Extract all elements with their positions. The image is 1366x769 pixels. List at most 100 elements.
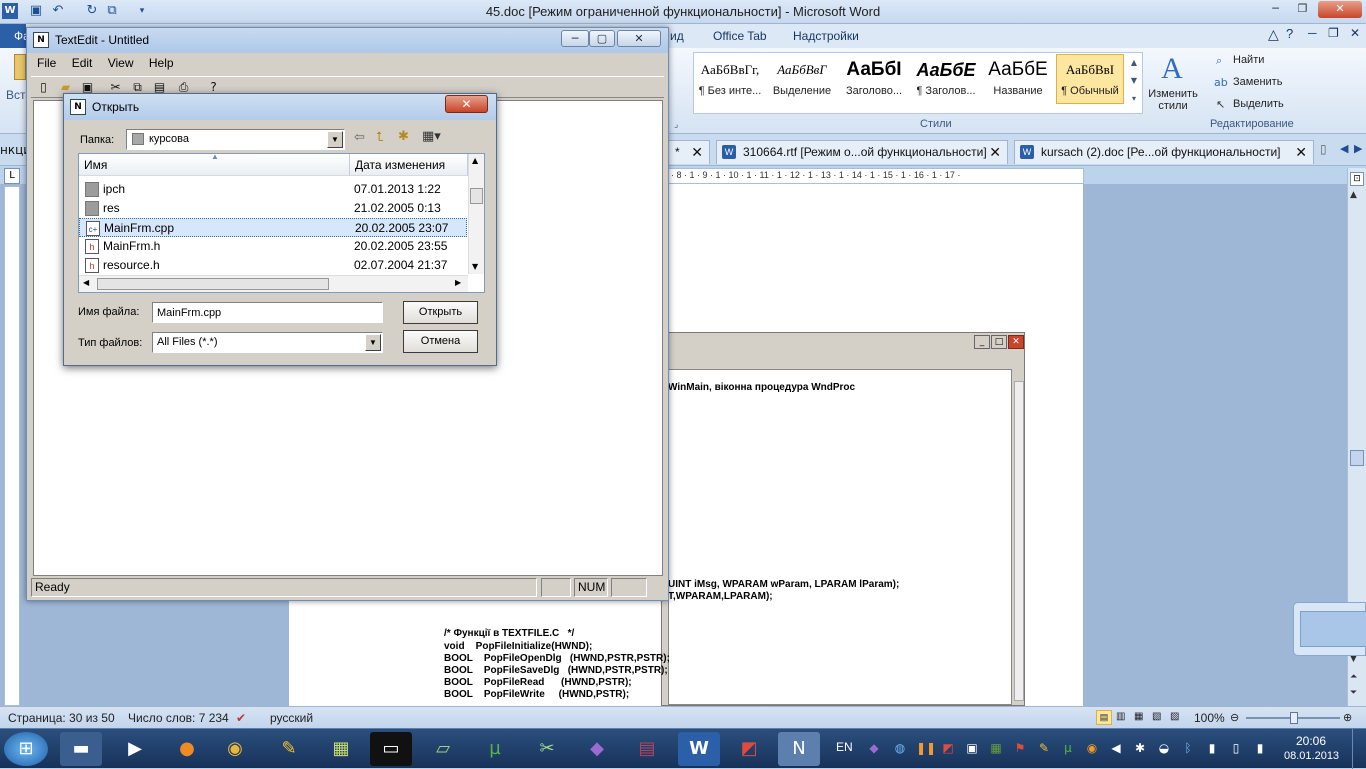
clock-date[interactable]: 08.01.2013	[1284, 750, 1339, 762]
tray-flag-icon[interactable]: ⚑	[1012, 740, 1028, 756]
ribbon-restore-icon[interactable]: ❐	[1328, 26, 1339, 40]
folder-select[interactable]: курсова ▼	[126, 129, 345, 150]
language-indicator[interactable]: русский	[270, 711, 313, 725]
scroll-thumb[interactable]	[1350, 450, 1364, 466]
open-button[interactable]: Открыть	[403, 301, 478, 324]
style-emphasis[interactable]: АаБбВвГ Выделение	[768, 54, 836, 104]
close-tab-icon[interactable]: ✕	[691, 141, 703, 163]
tray-warning-icon[interactable]: ◉	[1084, 740, 1100, 756]
tray-usb-icon[interactable]: ▮	[1204, 740, 1220, 756]
ruler-toggle-icon[interactable]: ⊡	[1350, 172, 1364, 186]
tray-volume-icon[interactable]: ◀	[1108, 740, 1124, 756]
close-tab-icon[interactable]: ✕	[1295, 141, 1307, 163]
replace-button[interactable]: Заменить	[1233, 76, 1282, 88]
taskbar-utorrent-icon[interactable]: µ	[474, 732, 516, 766]
help-arrow-icon[interactable]: △	[1268, 26, 1279, 43]
view-menu-icon[interactable]: ▦▾	[422, 129, 441, 144]
chevron-down-icon[interactable]: ▼	[327, 131, 343, 148]
taskbar-acrobat-icon[interactable]: ◩	[728, 732, 770, 766]
tray-chart-icon[interactable]: ▦	[988, 740, 1004, 756]
tray-pencil-icon[interactable]: ✎	[1036, 740, 1052, 756]
web-layout-icon[interactable]: ▦	[1134, 711, 1143, 722]
filename-input[interactable]	[152, 302, 383, 323]
scroll-left-icon[interactable]: ◀	[83, 278, 89, 287]
taskbar-printer-icon[interactable]: ▬	[60, 732, 102, 766]
column-date[interactable]: Дата изменения	[350, 154, 468, 176]
list-vertical-scrollbar[interactable]: ▲ ▼	[468, 154, 484, 274]
quick-access-icon[interactable]: ⧉	[104, 3, 120, 19]
gallery-scroll-icon[interactable]: ▲ ▼ ▾	[1128, 54, 1140, 112]
select-button[interactable]: Выделить	[1233, 98, 1284, 110]
horizontal-scroll-thumb[interactable]	[97, 278, 329, 290]
close-icon[interactable]: ✕	[617, 30, 661, 47]
change-styles-label[interactable]: Изменить стили	[1142, 88, 1204, 112]
menu-help[interactable]: Help	[143, 54, 180, 70]
maximize-icon[interactable]: ❐	[1289, 1, 1316, 18]
find-icon[interactable]: ⌕	[1216, 54, 1222, 68]
customize-quick-access-icon[interactable]: ▾	[134, 3, 150, 19]
scroll-up-icon[interactable]: ▲	[472, 156, 478, 165]
tab-scroll-right-icon[interactable]: ▶	[1354, 142, 1362, 155]
taskbar-tool-icon[interactable]: ✂	[526, 732, 568, 766]
cancel-button[interactable]: Отмена	[403, 330, 478, 353]
list-item[interactable]: res 21.02.2005 0:13	[79, 199, 467, 218]
scroll-thumb[interactable]	[470, 188, 483, 204]
close-icon[interactable]: ✕	[445, 95, 488, 113]
clock-time[interactable]: 20:06	[1296, 734, 1326, 748]
scroll-right-icon[interactable]: ▶	[455, 278, 461, 287]
outline-icon[interactable]: ▧	[1152, 711, 1161, 722]
style-no-spacing[interactable]: АаБбВвГг, ¶ Без инте...	[696, 54, 764, 104]
tray-app-icon[interactable]: ◩	[940, 740, 956, 756]
style-heading-1[interactable]: АаБбІ Заголово...	[840, 54, 908, 104]
tray-display-icon[interactable]: ▣	[964, 740, 980, 756]
style-heading-2[interactable]: АаБбЕ ¶ Заголов...	[912, 54, 980, 104]
list-item[interactable]: h MainFrm.h 20.02.2005 23:55	[79, 237, 467, 256]
help-icon[interactable]: ?	[1286, 26, 1293, 41]
up-folder-icon[interactable]: ⮤	[376, 130, 384, 145]
next-page-icon[interactable]: ⏷	[1350, 688, 1357, 698]
tab-addins[interactable]: Надстройки	[793, 29, 859, 43]
list-item[interactable]: ipch 07.01.2013 1:22	[79, 180, 467, 199]
tab-view[interactable]: ид	[670, 29, 684, 43]
filetype-select[interactable]: All Files (*.*) ▼	[152, 332, 383, 353]
taskbar-chrome-icon[interactable]: ◉	[214, 732, 256, 766]
word-app-icon[interactable]: W	[2, 3, 18, 19]
taskbar-media-player-icon[interactable]: ▶	[114, 732, 156, 766]
tab-office-tab[interactable]: Office Tab	[713, 29, 767, 43]
redo-icon[interactable]: ↻	[84, 3, 100, 19]
page-counter[interactable]: Страница: 30 из 50	[8, 711, 115, 725]
tray-bluetooth-icon[interactable]: ᛒ	[1180, 740, 1196, 756]
change-styles-icon[interactable]: A	[1154, 52, 1190, 86]
vertical-ruler[interactable]	[4, 186, 20, 706]
paste-icon[interactable]	[14, 54, 26, 80]
new-file-icon[interactable]: ▯	[35, 79, 52, 96]
taskbar-chart-icon[interactable]: ▦	[320, 732, 362, 766]
new-folder-icon[interactable]: ✱	[398, 129, 409, 144]
minimize-icon[interactable]: ─	[561, 30, 589, 47]
replace-icon[interactable]: ab	[1214, 76, 1228, 89]
taskbar-notepad-icon[interactable]: ▱	[422, 732, 464, 766]
dialog-title-bar[interactable]: N Открыть ✕	[64, 94, 496, 120]
menu-file[interactable]: File	[31, 54, 62, 70]
list-item[interactable]: h resource.h 02.07.2004 21:37	[79, 256, 467, 275]
style-normal[interactable]: АаБбВвІ ¶ Обычный	[1056, 54, 1124, 104]
zoom-level[interactable]: 100%	[1194, 711, 1225, 725]
find-button[interactable]: Найти	[1233, 54, 1264, 66]
input-language[interactable]: EN	[836, 740, 853, 754]
print-layout-icon[interactable]: ▤	[1096, 710, 1112, 725]
undo-icon[interactable]: ↶	[50, 3, 66, 19]
save-icon[interactable]: ▣	[28, 3, 44, 19]
taskbar-pencil-icon[interactable]: ✎	[268, 732, 310, 766]
notification-popup[interactable]	[1293, 602, 1366, 656]
style-title[interactable]: АаБбЕ Название	[984, 54, 1052, 104]
full-screen-icon[interactable]: ▥	[1116, 711, 1125, 722]
tray-network-status-icon[interactable]: ✱	[1132, 740, 1148, 756]
list-item-selected[interactable]: c+ MainFrm.cpp 20.02.2005 23:07	[79, 218, 467, 237]
new-tab-icon[interactable]: ▯	[1320, 142, 1327, 156]
chevron-down-icon[interactable]: ▼	[365, 334, 381, 351]
ribbon-close-icon[interactable]: ✕	[1350, 26, 1360, 40]
scroll-up-icon[interactable]: ▲	[1350, 190, 1357, 200]
taskbar-visual-studio-icon[interactable]: ◆	[576, 732, 618, 766]
tray-power-icon[interactable]: ▯	[1228, 740, 1244, 756]
taskbar-console-icon[interactable]: ▭	[370, 732, 412, 766]
